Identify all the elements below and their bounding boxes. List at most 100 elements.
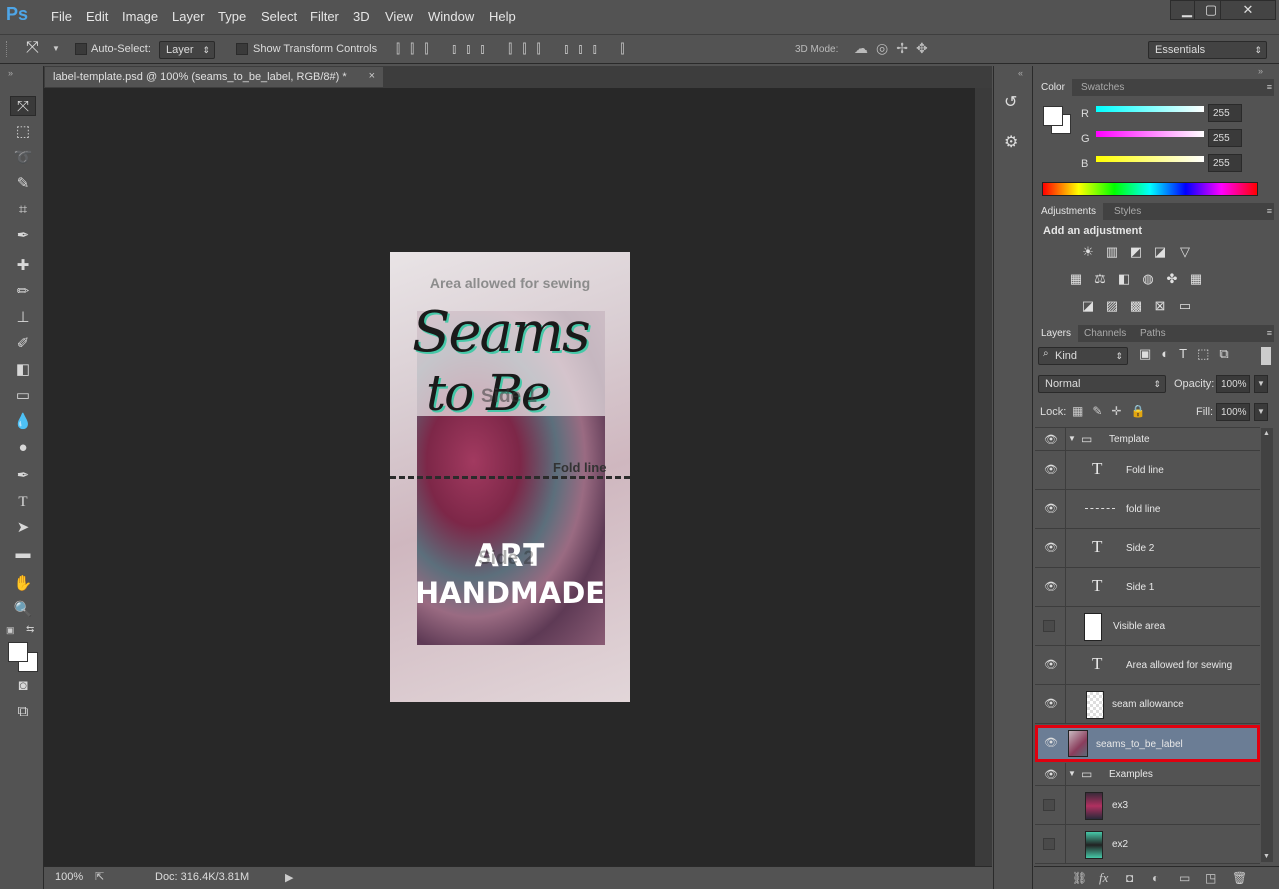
layer-group-examples[interactable]: 👁 ▼ ▭ Examples (1035, 763, 1260, 786)
disclosure-triangle-icon[interactable]: ▼ (1068, 434, 1076, 443)
quick-mask-icon[interactable]: ◙ (10, 676, 36, 696)
layer-seams-to-be-label-selected[interactable]: 👁 seams_to_be_label (1035, 725, 1260, 762)
add-mask-icon[interactable]: ◘ (1126, 871, 1133, 885)
menu-select[interactable]: Select (261, 9, 297, 24)
disclosure-triangle-icon[interactable]: ▼ (1068, 769, 1076, 778)
canvas-vertical-scrollbar[interactable] (975, 88, 992, 866)
scroll-up-icon[interactable]: ▲ (1263, 430, 1270, 437)
red-value-field[interactable]: 255 (1208, 104, 1242, 122)
blue-value-field[interactable]: 255 (1208, 154, 1242, 172)
hue-saturation-icon[interactable]: ▦ (1067, 272, 1085, 286)
quick-select-tool-icon[interactable]: ✎ (10, 174, 36, 194)
eye-icon[interactable]: 👁 (1043, 580, 1059, 594)
rectangle-tool-icon[interactable]: ▬ (10, 544, 36, 564)
filter-toggle[interactable] (1261, 347, 1271, 365)
channel-mixer-icon[interactable]: ✤ (1163, 272, 1181, 286)
chevron-down-icon[interactable]: ▼ (52, 44, 60, 53)
eye-icon[interactable]: 👁 (1043, 658, 1059, 672)
lasso-tool-icon[interactable]: ➰ (10, 148, 36, 168)
invert-icon[interactable]: ◪ (1079, 299, 1097, 313)
menu-type[interactable]: Type (218, 9, 246, 24)
tab-styles[interactable]: Styles (1107, 203, 1148, 220)
collapse-icon[interactable]: » (8, 68, 13, 78)
eye-icon[interactable]: 👁 (1043, 463, 1059, 477)
selective-color-icon[interactable]: ⊠ (1151, 299, 1169, 313)
opacity-field[interactable]: 100% (1216, 375, 1250, 393)
panel-menu-icon[interactable]: ≡ (1267, 82, 1272, 92)
screen-mode-icon[interactable]: ⧉ (10, 702, 36, 722)
curves-icon[interactable]: ◩ (1127, 245, 1145, 259)
color-balance-icon[interactable]: ⚖ (1091, 272, 1109, 286)
eye-icon[interactable]: 👁 (1043, 502, 1059, 516)
eye-icon[interactable]: 👁 (1043, 768, 1059, 782)
lock-icons[interactable]: ▦✎✛🔒 (1072, 404, 1154, 418)
menu-file[interactable]: File (51, 9, 72, 24)
zoom-level[interactable]: 100% (55, 871, 83, 883)
levels-icon[interactable]: ▥ (1103, 245, 1121, 259)
path-selection-tool-icon[interactable]: ➤ (10, 518, 36, 538)
type-tool-icon[interactable]: T (10, 492, 36, 512)
properties-panel-icon[interactable]: ⚙ (1004, 132, 1018, 152)
layers-scrollbar[interactable]: ▲ ▼ (1261, 428, 1273, 862)
hand-tool-icon[interactable]: ✋ (10, 574, 36, 594)
pen-tool-icon[interactable]: ✒ (10, 466, 36, 486)
layer-ex2[interactable]: ex2 (1035, 825, 1260, 864)
menu-layer[interactable]: Layer (172, 9, 205, 24)
fx-icon[interactable]: fx (1099, 870, 1108, 886)
workspace-select[interactable]: Essentials (1148, 41, 1267, 59)
tab-color[interactable]: Color (1034, 79, 1072, 96)
exposure-icon[interactable]: ◪ (1151, 245, 1169, 259)
visibility-toggle-off[interactable] (1043, 799, 1055, 811)
eye-icon[interactable]: 👁 (1043, 697, 1059, 711)
blend-mode-select[interactable]: Normal (1038, 375, 1166, 393)
scroll-down-icon[interactable]: ▼ (1263, 853, 1270, 860)
tab-layers[interactable]: Layers (1034, 325, 1079, 342)
clone-stamp-tool-icon[interactable]: ⊥ (10, 308, 36, 328)
color-spectrum-ramp[interactable] (1042, 182, 1258, 196)
menu-filter[interactable]: Filter (310, 9, 339, 24)
foreground-color-swatch[interactable] (8, 642, 28, 662)
blue-slider[interactable] (1096, 156, 1204, 162)
panel-menu-icon[interactable]: ≡ (1267, 328, 1272, 338)
threshold-icon[interactable]: ▩ (1127, 299, 1145, 313)
filter-type-icons[interactable]: ▣◐T⬚⧉ (1139, 346, 1239, 362)
close-tab-icon[interactable]: × (369, 70, 375, 82)
eraser-tool-icon[interactable]: ◧ (10, 360, 36, 380)
layer-visible-area[interactable]: Visible area (1035, 607, 1260, 646)
visibility-toggle-off[interactable] (1043, 838, 1055, 850)
collapse-icon[interactable]: » (1258, 66, 1263, 76)
eyedropper-tool-icon[interactable]: ✒ (10, 226, 36, 246)
layer-ex3[interactable]: ex3 (1035, 786, 1260, 825)
green-slider[interactable] (1096, 131, 1204, 137)
eye-icon[interactable]: 👁 (1043, 736, 1059, 750)
black-white-icon[interactable]: ◧ (1115, 272, 1133, 286)
visibility-toggle-off[interactable] (1043, 620, 1055, 632)
healing-brush-tool-icon[interactable]: ✚ (10, 256, 36, 276)
fill-field[interactable]: 100% (1216, 403, 1250, 421)
panel-menu-icon[interactable]: ≡ (1267, 206, 1272, 216)
red-slider[interactable] (1096, 106, 1204, 112)
brush-tool-icon[interactable]: ✏ (10, 282, 36, 302)
history-panel-icon[interactable]: ↺ (1004, 92, 1017, 112)
dodge-tool-icon[interactable]: ● (10, 438, 36, 458)
menu-view[interactable]: View (385, 9, 413, 24)
green-value-field[interactable]: 255 (1208, 129, 1242, 147)
auto-select-checkbox[interactable] (75, 43, 87, 55)
vibrance-icon[interactable]: ▽ (1176, 245, 1194, 259)
posterize-icon[interactable]: ▨ (1103, 299, 1121, 313)
gradient-map-icon[interactable]: ▭ (1176, 299, 1194, 313)
zoom-tool-icon[interactable]: 🔍 (10, 600, 36, 620)
color-lookup-icon[interactable]: ▦ (1187, 272, 1205, 286)
fill-dropdown-icon[interactable]: ▼ (1254, 403, 1268, 421)
menu-3d[interactable]: 3D (353, 9, 370, 24)
layer-side-1[interactable]: 👁 T Side 1 (1035, 568, 1260, 607)
layer-group-template[interactable]: 👁 ▼ ▭ Template (1035, 428, 1260, 451)
blur-tool-icon[interactable]: 💧 (10, 412, 36, 432)
move-tool-preset-icon[interactable]: ⤧ (26, 39, 39, 57)
new-adjustment-icon[interactable]: ◐ (1152, 871, 1159, 885)
photo-filter-icon[interactable]: ◍ (1139, 272, 1157, 286)
menu-help[interactable]: Help (489, 9, 516, 24)
marquee-tool-icon[interactable]: ⬚ (10, 122, 36, 142)
layer-seam-allowance[interactable]: 👁 seam allowance (1035, 685, 1260, 724)
eye-icon[interactable]: 👁 (1043, 433, 1059, 447)
